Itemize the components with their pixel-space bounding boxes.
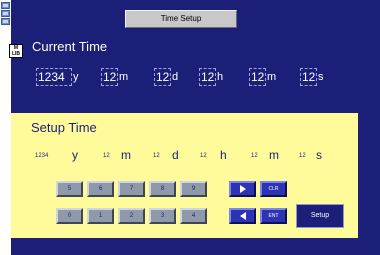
setup-hour-unit: h <box>220 148 227 162</box>
key-8[interactable]: 8 <box>149 181 176 197</box>
setup-second-unit: s <box>316 148 322 162</box>
key-0[interactable]: 0 <box>56 208 83 224</box>
current-minute-unit: m <box>267 71 277 83</box>
enter-button[interactable]: ENT <box>260 208 287 224</box>
setup-minute-unit: m <box>269 148 279 162</box>
setup-year-value[interactable]: 1234 <box>35 151 48 161</box>
current-second-field: 12 <box>300 68 317 86</box>
window-strip <box>0 0 11 255</box>
current-year-field: 1234 <box>36 68 72 86</box>
current-month-unit: m <box>119 71 129 83</box>
current-day-unit: d <box>172 71 179 83</box>
setup-hour-value[interactable]: 12 <box>200 151 207 161</box>
setup-month-value[interactable]: 12 <box>103 151 110 161</box>
key-7[interactable]: 7 <box>118 181 145 197</box>
setup-button[interactable]: Setup <box>296 204 344 228</box>
page-title: Time Setup <box>125 10 237 28</box>
current-year-unit: y <box>73 71 79 83</box>
setup-second-value[interactable]: 12 <box>299 151 306 161</box>
library-icon-text: M LIB <box>11 45 21 57</box>
right-arrow-button[interactable] <box>229 181 256 197</box>
current-second-unit: s <box>318 71 324 83</box>
left-arrow-button[interactable] <box>229 208 256 224</box>
app-icon[interactable] <box>1 18 10 25</box>
key-6[interactable]: 6 <box>87 181 114 197</box>
key-3[interactable]: 3 <box>149 208 176 224</box>
app-icon[interactable] <box>1 10 10 17</box>
setup-month-unit: m <box>121 148 131 162</box>
setup-year-unit: y <box>72 148 78 162</box>
key-2[interactable]: 2 <box>118 208 145 224</box>
current-time-label: Current Time <box>32 39 108 54</box>
key-4[interactable]: 4 <box>180 208 207 224</box>
setup-day-unit: d <box>172 148 179 162</box>
current-month-field: 12 <box>101 68 118 86</box>
app-icon[interactable] <box>1 2 10 9</box>
key-9[interactable]: 9 <box>180 181 207 197</box>
right-arrow-icon <box>239 185 246 193</box>
setup-time-label: Setup Time <box>31 120 97 135</box>
key-1[interactable]: 1 <box>87 208 114 224</box>
clear-button[interactable]: CLR <box>260 181 287 197</box>
key-5[interactable]: 5 <box>56 181 83 197</box>
library-icon: M LIB <box>9 44 23 58</box>
current-hour-field: 12 <box>199 68 216 86</box>
current-hour-unit: h <box>217 71 224 83</box>
current-day-field: 12 <box>154 68 171 86</box>
current-minute-field: 12 <box>249 68 266 86</box>
left-arrow-icon <box>239 212 246 220</box>
setup-minute-value[interactable]: 12 <box>251 151 258 161</box>
setup-day-value[interactable]: 12 <box>153 151 160 161</box>
